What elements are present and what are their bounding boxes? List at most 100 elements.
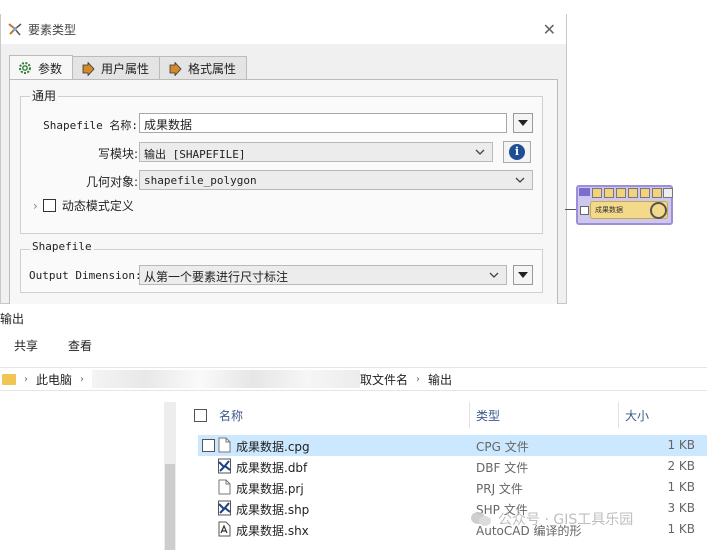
- output-dimension-select[interactable]: 从第一个要素进行尺寸标注: [139, 265, 507, 285]
- file-row[interactable]: 成果数据.cpg CPG 文件 1 KB: [198, 435, 707, 456]
- output-dimension-dropdown-button[interactable]: [513, 265, 533, 285]
- writer-select[interactable]: 输出 [SHAPEFILE]: [139, 142, 493, 162]
- node-badge-icon: [579, 188, 590, 196]
- address-bar[interactable]: › 此电脑 › 取文件名 › 输出: [0, 367, 707, 391]
- node-tool-icon[interactable]: [652, 188, 662, 198]
- geometry-select[interactable]: shapefile_polygon: [139, 170, 533, 190]
- file-size: 3 KB: [667, 501, 695, 515]
- breadcrumb-folder[interactable]: 取文件名: [360, 371, 408, 388]
- ribbon-tab-share[interactable]: 共享: [14, 337, 38, 354]
- ribbon-tab-view[interactable]: 查看: [68, 337, 92, 354]
- gear-icon: [19, 62, 31, 74]
- feature-type-icon: [8, 23, 22, 36]
- file-type: PRJ 文件: [476, 482, 523, 496]
- writer-feature-type-node[interactable]: 成果数据: [576, 185, 673, 225]
- gis-data-icon: [218, 458, 231, 474]
- breadcrumb-separator-icon[interactable]: ›: [80, 374, 84, 385]
- dialog-title: 要素类型: [28, 22, 77, 37]
- arrow-right-icon: [169, 61, 182, 76]
- tab-format-attributes[interactable]: 格式属性: [159, 56, 248, 80]
- expand-arrow-icon[interactable]: ›: [33, 199, 38, 213]
- column-divider[interactable]: [618, 402, 619, 428]
- writer-label: 写模块:: [97, 147, 138, 161]
- group-title-shapefile: Shapefile: [30, 240, 94, 253]
- breadcrumb-separator-icon[interactable]: ›: [24, 374, 28, 385]
- node-tool-icon[interactable]: [640, 188, 650, 198]
- column-header-size[interactable]: 大小: [625, 402, 649, 428]
- shapefile-name-input[interactable]: 成果数据: [139, 113, 507, 133]
- file-size: 1 KB: [667, 480, 695, 494]
- node-label: 成果数据: [595, 206, 623, 214]
- shapefile-name-dropdown-button[interactable]: [513, 113, 533, 133]
- column-header-label: 大小: [625, 408, 650, 423]
- shapefile-group: Shapefile Output Dimension: 从第一个要素进行尺寸标注: [20, 240, 543, 293]
- blurred-path-segment: [92, 370, 361, 388]
- explorer-window-title: 输出: [0, 312, 25, 326]
- shapefile-name-label: Shapefile 名称:: [43, 119, 138, 132]
- file-row[interactable]: 成果数据.dbf DBF 文件 2 KB: [198, 456, 707, 477]
- node-tool-icon[interactable]: [616, 188, 626, 198]
- select-all-checkbox[interactable]: [194, 409, 207, 422]
- folder-icon: [2, 373, 16, 385]
- watermark: 公众号 · GIS工具乐园: [470, 509, 633, 529]
- tab-label: 格式属性: [188, 62, 237, 76]
- breadcrumb-current[interactable]: 输出: [428, 371, 452, 388]
- info-icon: i: [509, 144, 525, 160]
- column-header-label: 名称: [219, 408, 244, 423]
- scrollbar-thumb[interactable]: [165, 464, 175, 550]
- group-title-general: 通用: [30, 87, 59, 104]
- writer-select-value: 输出 [SHAPEFILE]: [144, 148, 246, 161]
- chevron-down-icon: [475, 149, 485, 155]
- file-name: 成果数据.dbf: [236, 461, 308, 475]
- breadcrumb-separator-icon[interactable]: ›: [416, 374, 420, 385]
- dynamic-schema-checkbox[interactable]: [42, 199, 56, 212]
- parameters-panel: 通用 Shapefile 名称: 成果数据 写模块: 输出 [SHAPEFILE…: [9, 79, 558, 304]
- nav-pane-scrollbar[interactable]: [164, 402, 176, 550]
- chevron-down-icon: [515, 177, 525, 183]
- file-name: 成果数据.cpg: [236, 440, 310, 454]
- output-dimension-label: Output Dimension:: [29, 269, 142, 282]
- node-toolbar: [592, 188, 664, 198]
- wechat-icon: [471, 512, 491, 526]
- node-tool-icon[interactable]: [628, 188, 638, 198]
- file-name: 成果数据.prj: [236, 482, 304, 496]
- chevron-down-icon: [489, 272, 499, 278]
- tab-label: 用户属性: [101, 62, 150, 76]
- file-icon: [218, 437, 231, 453]
- navigation-pane[interactable]: [0, 392, 180, 550]
- breadcrumb-this-pc[interactable]: 此电脑: [36, 371, 72, 388]
- file-size: 2 KB: [667, 459, 695, 473]
- autocad-file-icon: [218, 521, 231, 537]
- file-type: DBF 文件: [476, 461, 529, 475]
- file-name: 成果数据.shx: [236, 524, 309, 538]
- node-tool-icon[interactable]: [604, 188, 614, 198]
- tab-label: 参数: [38, 61, 63, 76]
- geometry-select-value: shapefile_polygon: [144, 174, 257, 187]
- file-type: CPG 文件: [476, 440, 529, 454]
- input-port-icon[interactable]: [580, 206, 589, 215]
- general-group: 通用 Shapefile 名称: 成果数据 写模块: 输出 [SHAPEFILE…: [20, 87, 543, 234]
- row-checkbox[interactable]: [202, 439, 215, 452]
- tab-parameters[interactable]: 参数: [9, 55, 74, 80]
- chevron-down-icon: [518, 120, 528, 126]
- output-dimension-value: 从第一个要素进行尺寸标注: [144, 270, 289, 284]
- column-header-name[interactable]: 名称: [219, 402, 243, 428]
- file-row[interactable]: 成果数据.prj PRJ 文件 1 KB: [198, 477, 707, 498]
- node-collapse-icon[interactable]: [663, 188, 673, 198]
- watermark-text: 公众号 · GIS工具乐园: [498, 512, 634, 528]
- file-icon: [218, 479, 231, 495]
- explorer-ribbon: 共享 查看: [0, 331, 707, 359]
- dynamic-schema-row[interactable]: › 动态模式定义: [33, 197, 134, 214]
- node-tool-icon[interactable]: [592, 188, 602, 198]
- arrow-right-icon: [82, 61, 95, 76]
- writer-info-button[interactable]: i: [503, 141, 531, 163]
- tab-user-attributes[interactable]: 用户属性: [72, 56, 161, 80]
- tab-bar: 参数 用户属性 格式属性: [9, 55, 248, 80]
- geometry-label: 几何对象:: [85, 175, 138, 189]
- dynamic-schema-label: 动态模式定义: [61, 199, 134, 213]
- column-header-type[interactable]: 类型: [476, 402, 500, 428]
- column-divider[interactable]: [469, 402, 470, 428]
- close-icon[interactable]: ✕: [543, 20, 556, 39]
- gis-data-icon: [218, 500, 231, 516]
- chevron-down-icon: [518, 272, 528, 278]
